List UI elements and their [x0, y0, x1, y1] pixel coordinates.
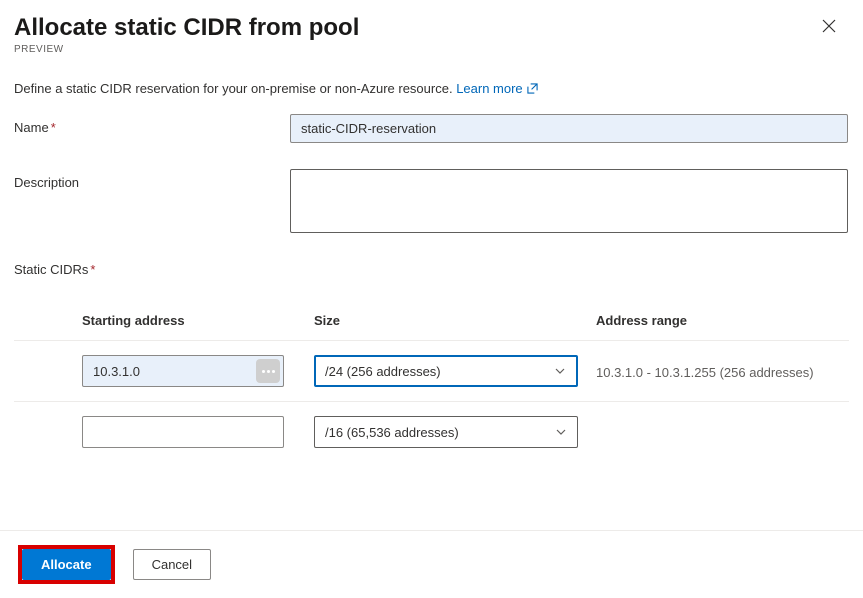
cidr-row: /16 (65,536 addresses): [14, 402, 849, 462]
panel-title: Allocate static CIDR from pool: [14, 14, 843, 42]
starting-address-input[interactable]: [82, 416, 284, 448]
panel-header: Allocate static CIDR from pool PREVIEW: [0, 0, 863, 63]
help-text: Define a static CIDR reservation for you…: [14, 81, 849, 96]
learn-more-link[interactable]: Learn more: [456, 81, 537, 96]
close-icon: [822, 19, 836, 33]
close-button[interactable]: [821, 18, 837, 34]
address-range-value: [596, 431, 849, 433]
preview-badge: PREVIEW: [14, 44, 843, 55]
starting-address-input[interactable]: [82, 355, 284, 387]
size-select-button[interactable]: /16 (65,536 addresses): [314, 416, 578, 448]
name-label: Name*: [14, 114, 290, 135]
allocate-cidr-panel: Allocate static CIDR from pool PREVIEW D…: [0, 0, 863, 598]
chevron-down-icon: [555, 426, 567, 438]
name-input[interactable]: [290, 114, 848, 143]
address-action-button[interactable]: [256, 359, 280, 383]
cidr-row: /24 (256 addresses) 10.3.1.0 - 10.3.1.25…: [14, 341, 849, 402]
panel-content: Define a static CIDR reservation for you…: [0, 63, 863, 530]
chevron-down-icon: [554, 365, 566, 377]
cidr-table: Starting address Size Address range /24 …: [14, 313, 849, 462]
description-input[interactable]: [290, 169, 848, 233]
panel-footer: Allocate Cancel: [0, 530, 863, 598]
cancel-button[interactable]: Cancel: [133, 549, 211, 580]
col-header-size: Size: [314, 313, 596, 328]
size-select-value: /24 (256 addresses): [325, 364, 441, 379]
allocate-button-highlight: Allocate: [18, 545, 115, 584]
required-mark: *: [51, 120, 56, 135]
size-select-value: /16 (65,536 addresses): [325, 425, 459, 440]
size-select[interactable]: /16 (65,536 addresses): [314, 416, 578, 448]
description-label: Description: [14, 169, 290, 190]
required-mark: *: [90, 262, 95, 277]
external-link-icon: [527, 83, 538, 94]
ellipsis-icon: [262, 370, 275, 373]
allocate-button[interactable]: Allocate: [22, 549, 111, 580]
cidr-table-header: Starting address Size Address range: [14, 313, 849, 341]
description-field-row: Description: [14, 169, 849, 236]
size-select[interactable]: /24 (256 addresses): [314, 355, 578, 387]
learn-more-label: Learn more: [456, 81, 522, 96]
name-field-row: Name*: [14, 114, 849, 143]
col-header-address-range: Address range: [596, 313, 849, 328]
size-select-button[interactable]: /24 (256 addresses): [314, 355, 578, 387]
col-header-starting-address: Starting address: [82, 313, 314, 328]
address-range-value: 10.3.1.0 - 10.3.1.255 (256 addresses): [596, 363, 849, 380]
static-cidrs-label: Static CIDRs*: [14, 262, 849, 277]
help-text-body: Define a static CIDR reservation for you…: [14, 81, 456, 96]
